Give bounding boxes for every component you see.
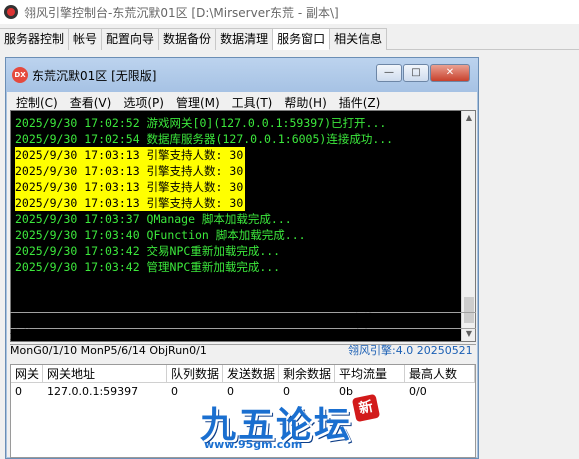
scrollbar-thumb[interactable] xyxy=(464,297,474,323)
column-header[interactable]: 发送数据 xyxy=(223,365,279,383)
menu-help[interactable]: 帮助(H) xyxy=(278,94,332,111)
console-scrollbar[interactable]: ▲ ▼ xyxy=(461,111,475,341)
menu-bar: 控制(C) 查看(V) 选项(P) 管理(M) 工具(T) 帮助(H) 插件(Z… xyxy=(10,92,476,112)
tab-config-wizard[interactable]: 配置向导 xyxy=(102,28,160,50)
tab-related-info[interactable]: 相关信息 xyxy=(330,28,388,50)
column-header[interactable]: 平均流量 xyxy=(335,365,405,383)
menu-manage[interactable]: 管理(M) xyxy=(170,94,226,111)
table-cell: 0/0 xyxy=(409,385,427,398)
gateway-table-header: 网关 网关地址 队列数据 发送数据 剩余数据 平均流量 最高人数 xyxy=(11,365,475,383)
column-header[interactable]: 网关 xyxy=(11,365,43,383)
column-header[interactable]: 最高人数 xyxy=(405,365,475,383)
log-line: 2025/9/30 17:03:37 QManage 脚本加载完成... xyxy=(15,212,292,226)
table-cell: 0 xyxy=(227,385,234,398)
window-controls: — □ ✕ xyxy=(375,64,470,82)
dx-app-icon: DX xyxy=(12,67,28,83)
log-line: 2025/9/30 17:03:13 引擎支持人数: 30 xyxy=(15,147,246,163)
menu-view[interactable]: 查看(V) xyxy=(64,94,118,111)
menu-plugins[interactable]: 插件(Z) xyxy=(333,94,387,111)
table-row[interactable]: 0 127.0.0.1:59397 0 0 0 0b 0/0 xyxy=(11,384,475,400)
server-window: DX 东荒沉默01区 [无限版] — □ ✕ 控制(C) 查看(V) 选项(P)… xyxy=(5,57,479,459)
log-line: 2025/9/30 17:03:13 引擎支持人数: 30 xyxy=(15,163,246,179)
server-window-titlebar[interactable]: DX 东荒沉默01区 [无限版] — □ ✕ xyxy=(6,58,478,92)
menu-tools[interactable]: 工具(T) xyxy=(226,94,279,111)
log-line: 2025/9/30 17:03:13 引擎支持人数: 30 xyxy=(15,195,246,211)
tab-data-cleanup[interactable]: 数据清理 xyxy=(216,28,274,50)
scroll-down-icon[interactable]: ▼ xyxy=(464,329,474,339)
table-cell: 0 xyxy=(15,385,22,398)
outer-window-title: 翎风引擎控制台-东荒沉默01区 [D:\Mirserver东荒 - 副本\] xyxy=(24,5,339,20)
outer-tab-strip: 服务器控制 帐号 配置向导 数据备份 数据清理 服务窗口 相关信息 xyxy=(0,28,579,50)
tab-service-window[interactable]: 服务窗口 xyxy=(273,28,331,50)
tab-server-control[interactable]: 服务器控制 xyxy=(0,28,70,50)
minimize-button[interactable]: — xyxy=(376,64,402,82)
server-window-title: 东荒沉默01区 [无限版] xyxy=(32,68,157,83)
status-version: 翎风引擎:4.0 20250521 xyxy=(348,344,473,357)
close-button[interactable]: ✕ xyxy=(430,64,470,82)
column-header[interactable]: 队列数据 xyxy=(167,365,223,383)
column-header[interactable]: 剩余数据 xyxy=(279,365,335,383)
tab-account[interactable]: 帐号 xyxy=(69,28,103,50)
table-cell: 0b xyxy=(339,385,353,398)
table-cell: 127.0.0.1:59397 xyxy=(47,385,139,398)
scroll-up-icon[interactable]: ▲ xyxy=(464,113,474,123)
status-mon: MonG0/1/10 MonP5/6/14 ObjRun0/1 xyxy=(10,344,207,357)
tab-data-backup[interactable]: 数据备份 xyxy=(159,28,217,50)
maximize-button[interactable]: □ xyxy=(403,64,429,82)
menu-options[interactable]: 选项(P) xyxy=(117,94,170,111)
log-line: 2025/9/30 17:03:13 引擎支持人数: 30 xyxy=(15,179,246,195)
log-line: 2025/9/30 17:03:42 交易NPC重新加载完成... xyxy=(15,244,281,258)
log-line: 2025/9/30 17:03:42 管理NPC重新加载完成... xyxy=(15,260,281,274)
column-header[interactable]: 网关地址 xyxy=(43,365,167,383)
menu-control[interactable]: 控制(C) xyxy=(10,94,64,111)
table-cell: 0 xyxy=(283,385,290,398)
log-line: 2025/9/30 17:03:40 QFunction 脚本加载完成... xyxy=(15,228,306,242)
table-cell: 0 xyxy=(171,385,178,398)
gateway-table[interactable]: 网关 网关地址 队列数据 发送数据 剩余数据 平均流量 最高人数 0 127.0… xyxy=(10,364,476,458)
log-line: 2025/9/30 17:02:52 游戏网关[0](127.0.0.1:593… xyxy=(15,116,387,130)
log-line: 2025/9/30 17:02:54 数据库服务器(127.0.0.1:6005… xyxy=(15,132,394,146)
outer-titlebar: 翎风引擎控制台-东荒沉默01区 [D:\Mirserver东荒 - 副本\] xyxy=(0,0,579,24)
app-icon xyxy=(4,5,18,19)
